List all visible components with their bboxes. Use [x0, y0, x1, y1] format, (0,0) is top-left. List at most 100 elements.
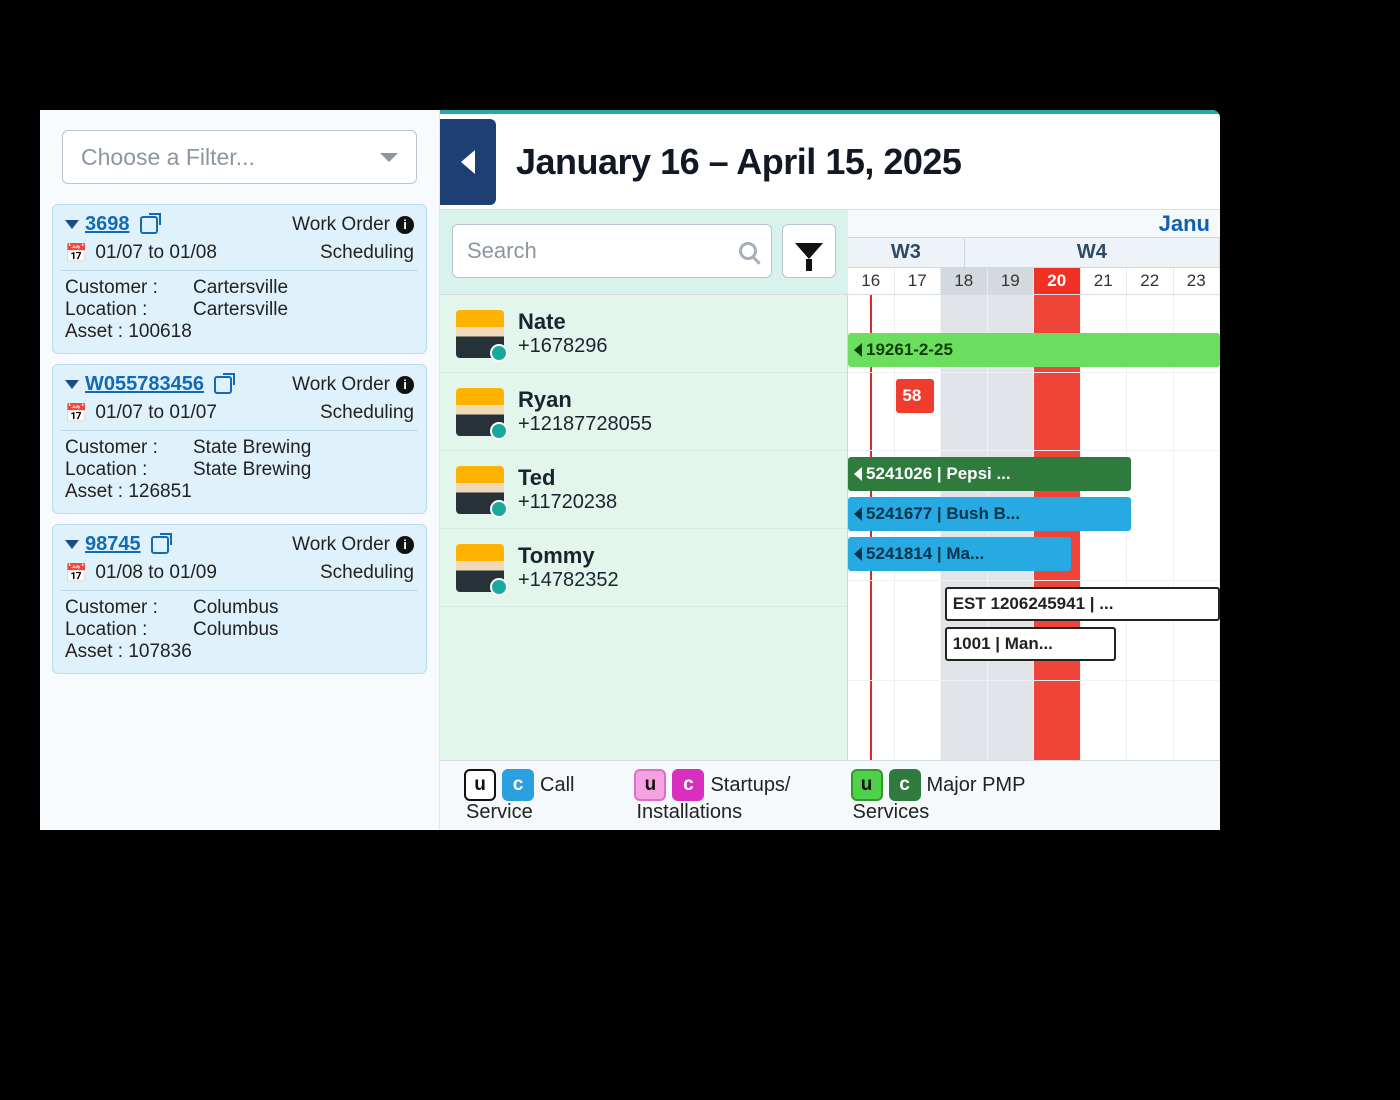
gantt-row: 19261-2-25 [848, 295, 1220, 373]
day-cell[interactable]: 22 [1127, 268, 1174, 294]
work-order-type: Work Order [292, 374, 390, 396]
filter-icon [795, 243, 823, 259]
divider [61, 590, 418, 591]
work-order-status: Scheduling [320, 242, 414, 264]
location-value: State Brewing [193, 459, 311, 481]
bar-label: EST 1206245941 | ... [953, 594, 1114, 614]
legend-chip: u [464, 769, 496, 801]
info-icon[interactable]: i [396, 536, 414, 554]
gantt-bar[interactable]: 58 [896, 379, 933, 413]
info-icon[interactable]: i [396, 216, 414, 234]
month-row: Janu [848, 210, 1220, 238]
filter-dropdown[interactable]: Choose a Filter... [62, 130, 417, 184]
customer-label: Customer : [65, 437, 175, 459]
work-order-card[interactable]: W055783456 Work Order i 📅 01/07 to 01/07… [52, 364, 427, 514]
chevron-down-icon[interactable] [65, 380, 79, 389]
filter-placeholder: Choose a Filter... [81, 144, 255, 171]
resource-row[interactable]: Ryan +12187728055 [440, 373, 847, 451]
legend-item: u c Major PMP Services [851, 769, 1026, 826]
day-cell[interactable]: 21 [1081, 268, 1128, 294]
legend-label: Call [540, 774, 574, 796]
resource-phone: +12187728055 [518, 413, 652, 436]
day-cell[interactable]: 17 [895, 268, 942, 294]
chevron-down-icon [380, 153, 398, 162]
work-order-status: Scheduling [320, 562, 414, 584]
work-order-card[interactable]: 3698 Work Order i 📅 01/07 to 01/08 Sched… [52, 204, 427, 354]
calendar-icon: 📅 [65, 563, 87, 584]
search-input[interactable]: Search [452, 224, 772, 278]
week-cell[interactable]: W4 [965, 238, 1220, 267]
legend-sub: Service [466, 801, 574, 824]
location-value: Cartersville [193, 299, 288, 321]
search-placeholder: Search [467, 238, 537, 264]
bar-label: 5241026 | Pepsi ... [866, 464, 1011, 484]
location-label: Location : [65, 459, 175, 481]
timeline-header: Janu W3 W4 16 17 18 19 20 21 22 23 [848, 210, 1220, 294]
bar-label: 5241677 | Bush B... [866, 504, 1020, 524]
customer-label: Customer : [65, 277, 175, 299]
work-order-link[interactable]: 3698 [85, 213, 130, 236]
legend-chip: c [502, 769, 534, 801]
arrow-left-icon [854, 547, 862, 561]
arrow-left-icon [854, 467, 862, 481]
gantt-bar[interactable]: 19261-2-25 [848, 333, 1220, 367]
external-link-icon[interactable] [214, 376, 232, 394]
bar-label: 5241814 | Ma... [866, 544, 984, 564]
work-order-list: 3698 Work Order i 📅 01/07 to 01/08 Sched… [52, 204, 427, 674]
search-icon [739, 242, 757, 260]
resource-row[interactable]: Nate +1678296 [440, 295, 847, 373]
chevron-left-icon [461, 150, 475, 174]
info-icon[interactable]: i [396, 376, 414, 394]
location-value: Columbus [193, 619, 279, 641]
customer-value: Columbus [193, 597, 279, 619]
gantt-bar[interactable]: 5241677 | Bush B... [848, 497, 1131, 531]
asset-label: Asset : 126851 [65, 481, 192, 503]
chevron-down-icon[interactable] [65, 540, 79, 549]
tool-row: Search Janu W3 W4 16 17 18 [440, 210, 1220, 295]
avatar [456, 544, 504, 592]
work-order-type: Work Order [292, 214, 390, 236]
external-link-icon[interactable] [151, 536, 169, 554]
main-panel: January 16 – April 15, 2025 Search Janu … [440, 110, 1220, 830]
title-bar: January 16 – April 15, 2025 [440, 110, 1220, 210]
sidebar: Choose a Filter... 3698 Work Order i [40, 110, 440, 830]
bar-label: 1001 | Man... [953, 634, 1053, 654]
legend-item: u c Startups/ Installations [634, 769, 790, 826]
work-order-type: Work Order [292, 534, 390, 556]
gantt-bar[interactable]: EST 1206245941 | ... [945, 587, 1220, 621]
legend-chip: u [851, 769, 883, 801]
gantt-row: 58 [848, 373, 1220, 451]
work-order-link[interactable]: 98745 [85, 533, 141, 556]
resource-row[interactable]: Tommy +14782352 [440, 529, 847, 607]
week-row: W3 W4 [848, 238, 1220, 268]
legend-sub: Installations [636, 801, 790, 824]
gantt-bar[interactable]: 5241026 | Pepsi ... [848, 457, 1131, 491]
day-cell[interactable]: 18 [941, 268, 988, 294]
chevron-down-icon[interactable] [65, 220, 79, 229]
collapse-sidebar-button[interactable] [440, 119, 496, 205]
gantt-bar[interactable]: 1001 | Man... [945, 627, 1116, 661]
day-cell[interactable]: 19 [988, 268, 1035, 294]
gantt-bar[interactable]: 5241814 | Ma... [848, 537, 1071, 571]
day-cell[interactable]: 23 [1174, 268, 1221, 294]
gantt-area[interactable]: 19261-2-25 58 5241026 | Pepsi ... 52 [848, 295, 1220, 760]
week-cell[interactable]: W3 [848, 238, 965, 267]
resource-row[interactable]: Ted +11720238 [440, 451, 847, 529]
resource-name: Tommy [518, 543, 619, 569]
legend-chip: c [672, 769, 704, 801]
day-cell[interactable]: 16 [848, 268, 895, 294]
work-order-card[interactable]: 98745 Work Order i 📅 01/08 to 01/09 Sche… [52, 524, 427, 674]
location-label: Location : [65, 299, 175, 321]
legend: u c Call Service u c Startups/ Installat… [440, 760, 1220, 830]
work-order-dates: 01/07 to 01/07 [95, 402, 217, 424]
filter-button[interactable] [782, 224, 836, 278]
day-row: 16 17 18 19 20 21 22 23 [848, 268, 1220, 294]
external-link-icon[interactable] [140, 216, 158, 234]
resource-phone: +14782352 [518, 569, 619, 592]
work-order-link[interactable]: W055783456 [85, 373, 204, 396]
resource-phone: +11720238 [518, 491, 617, 514]
gantt-row: 5241026 | Pepsi ... 5241677 | Bush B... … [848, 451, 1220, 581]
avatar [456, 310, 504, 358]
day-cell-today[interactable]: 20 [1034, 268, 1081, 294]
month-label: Janu [1159, 211, 1210, 237]
